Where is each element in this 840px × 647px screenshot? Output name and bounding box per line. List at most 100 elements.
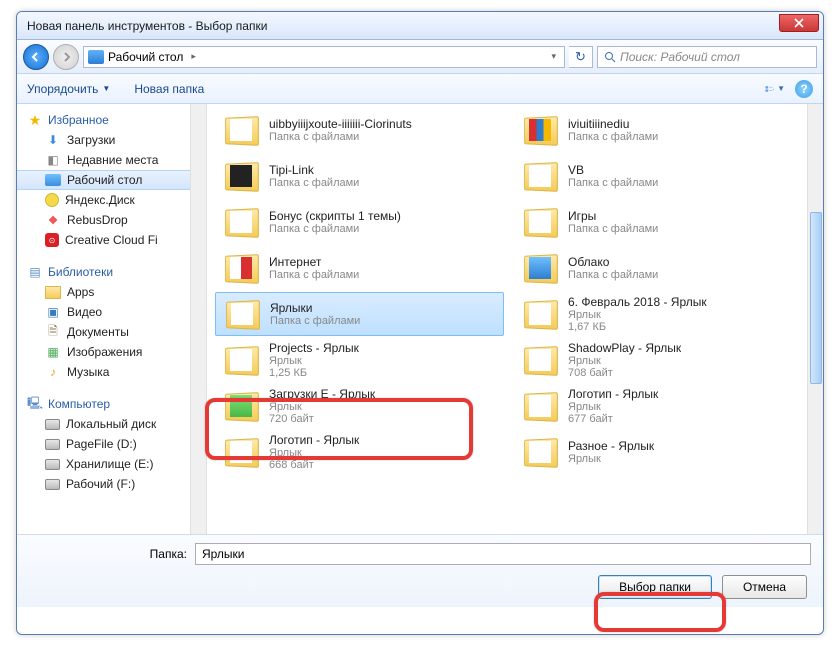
- item-name: Облако: [568, 255, 658, 269]
- folder-name-input[interactable]: [195, 543, 811, 565]
- view-options-button[interactable]: ▼: [765, 80, 785, 98]
- folder-icon: [221, 113, 261, 147]
- file-item[interactable]: VBПапка с файлами: [514, 154, 803, 198]
- sidebar-item-lib[interactable]: ♪Музыка: [17, 362, 206, 382]
- cancel-button[interactable]: Отмена: [722, 575, 807, 599]
- item-subtitle: Папка с файлами: [568, 223, 658, 235]
- nav-back-button[interactable]: [23, 44, 49, 70]
- sidebar-item-fav[interactable]: Яндекс.Диск: [17, 190, 206, 210]
- search-icon: [604, 51, 616, 63]
- sidebar-item-lib[interactable]: ▣Видео: [17, 302, 206, 322]
- folder-icon: [520, 297, 560, 331]
- address-segment[interactable]: Рабочий стол: [108, 50, 183, 64]
- address-bar[interactable]: Рабочий стол ▸ ▾: [83, 46, 565, 68]
- item-name: Ярлыки: [270, 301, 360, 315]
- item-size: 668 байт: [269, 459, 359, 471]
- file-item[interactable]: Разное - ЯрлыкЯрлык: [514, 430, 803, 474]
- chevron-down-icon[interactable]: ▾: [547, 51, 560, 62]
- sidebar-item-label: Видео: [67, 305, 102, 319]
- sidebar-item-fav[interactable]: ❖RebusDrop: [17, 210, 206, 230]
- folder-icon: [221, 343, 261, 377]
- sidebar-item-drive[interactable]: Рабочий (F:): [17, 474, 206, 494]
- titlebar[interactable]: Новая панель инструментов - Выбор папки: [17, 12, 823, 40]
- item-subtitle: Ярлык: [269, 401, 375, 413]
- file-item[interactable]: 6. Февраль 2018 - ЯрлыкЯрлык1,67 КБ: [514, 292, 803, 336]
- star-icon: ★: [27, 112, 43, 128]
- folder-icon: [221, 205, 261, 239]
- sidebar-item-drive[interactable]: PageFile (D:): [17, 434, 206, 454]
- nav-forward-button[interactable]: [53, 44, 79, 70]
- item-name: Разное - Ярлык: [568, 439, 654, 453]
- refresh-button[interactable]: ↻: [569, 46, 593, 68]
- item-name: uibbyiiijxoute-iiiiiii-Ciorinuts: [269, 117, 412, 131]
- sidebar-libraries-header[interactable]: ▤ Библиотеки: [17, 262, 206, 282]
- item-subtitle: Папка с файлами: [568, 177, 658, 189]
- ico-cc-icon: ⊙: [45, 233, 59, 247]
- sidebar-item-label: Локальный диск: [66, 417, 156, 431]
- select-folder-button[interactable]: Выбор папки: [598, 575, 712, 599]
- file-list: uibbyiiijxoute-iiiiiii-Ciorinuts Папка с …: [207, 104, 823, 534]
- content-scrollbar[interactable]: [807, 104, 823, 534]
- chevron-right-icon[interactable]: ▸: [187, 51, 200, 62]
- file-item[interactable]: ЯрлыкиПапка с файлами: [215, 292, 504, 336]
- file-item[interactable]: uibbyiiijxoute-iiiiiii-CiorinutsПапка с …: [215, 108, 504, 152]
- sidebar-item-label: Изображения: [67, 345, 142, 359]
- sidebar-item-fav[interactable]: ⬇Загрузки: [17, 130, 206, 150]
- close-button[interactable]: [779, 14, 819, 32]
- file-item[interactable]: ИнтернетПапка с файлами: [215, 246, 504, 290]
- sidebar-item-drive[interactable]: Хранилище (E:): [17, 454, 206, 474]
- libraries-icon: ▤: [27, 264, 43, 280]
- item-subtitle: Ярлык: [568, 453, 654, 465]
- ico-fold-icon: [45, 286, 61, 299]
- new-folder-button[interactable]: Новая папка: [134, 82, 204, 96]
- help-button[interactable]: ?: [795, 80, 813, 98]
- sidebar-item-lib[interactable]: Apps: [17, 282, 206, 302]
- organize-menu[interactable]: Упорядочить▼: [27, 82, 110, 96]
- sidebar-item-label: Яндекс.Диск: [65, 193, 135, 207]
- dialog-window: Новая панель инструментов - Выбор папки …: [16, 11, 824, 635]
- sidebar-item-lib[interactable]: ▦ Изображения: [17, 342, 206, 362]
- sidebar-item-fav[interactable]: Рабочий стол: [17, 170, 206, 190]
- file-item[interactable]: Tipi-LinkПапка с файлами: [215, 154, 504, 198]
- ico-recent-icon: ◧: [45, 152, 61, 168]
- sidebar-item-label: Apps: [67, 285, 94, 299]
- window-title: Новая панель инструментов - Выбор папки: [27, 19, 267, 33]
- sidebar-item-fav[interactable]: ◧Недавние места: [17, 150, 206, 170]
- sidebar-item-fav[interactable]: ⊙ Creative Cloud Fi: [17, 230, 206, 250]
- file-item[interactable]: iviuitiiinediuПапка с файлами: [514, 108, 803, 152]
- sidebar-favorites-header[interactable]: ★ Избранное: [17, 110, 206, 130]
- nav-bar: Рабочий стол ▸ ▾ ↻ Поиск: Рабочий стол: [17, 40, 823, 74]
- item-size: 1,25 КБ: [269, 367, 359, 379]
- item-subtitle: Папка с файлами: [568, 269, 658, 281]
- folder-icon: [221, 389, 261, 423]
- sidebar-computer-header[interactable]: 🖳 Компьютер: [17, 394, 206, 414]
- file-item[interactable]: Загрузки E - ЯрлыкЯрлык720 байт: [215, 384, 504, 428]
- sidebar-item-drive[interactable]: Локальный диск: [17, 414, 206, 434]
- item-subtitle: Папка с файлами: [269, 269, 359, 281]
- file-item[interactable]: ОблакоПапка с файлами: [514, 246, 803, 290]
- drive-icon: [45, 479, 60, 490]
- folder-icon: [221, 159, 261, 193]
- folder-icon: [520, 435, 560, 469]
- sidebar-scrollbar[interactable]: [190, 104, 206, 534]
- footer: Папка: Выбор папки Отмена: [17, 534, 823, 607]
- sidebar-item-label: Загрузки: [67, 133, 115, 147]
- ico-mus-icon: ♪: [45, 364, 61, 380]
- ico-img-icon: ▦: [45, 344, 61, 360]
- file-item[interactable]: Логотип - ЯрлыкЯрлык668 байт: [215, 430, 504, 474]
- sidebar-item-label: Рабочий стол: [67, 173, 142, 187]
- item-subtitle: Папка с файлами: [568, 131, 658, 143]
- file-item[interactable]: Бонус (скрипты 1 темы)Папка с файлами: [215, 200, 504, 244]
- scrollbar-thumb[interactable]: [810, 212, 822, 384]
- item-name: Tipi-Link: [269, 163, 359, 177]
- file-item[interactable]: ShadowPlay - ЯрлыкЯрлык708 байт: [514, 338, 803, 382]
- file-item[interactable]: Projects - ЯрлыкЯрлык1,25 КБ: [215, 338, 504, 382]
- file-item[interactable]: Логотип - ЯрлыкЯрлык677 байт: [514, 384, 803, 428]
- sidebar-item-label: Creative Cloud Fi: [65, 233, 158, 247]
- item-name: Логотип - Ярлык: [269, 433, 359, 447]
- sidebar-item-label: Документы: [67, 325, 129, 339]
- sidebar-item-lib[interactable]: 🗎Документы: [17, 322, 206, 342]
- file-item[interactable]: ИгрыПапка с файлами: [514, 200, 803, 244]
- search-box[interactable]: Поиск: Рабочий стол: [597, 46, 817, 68]
- item-subtitle: Ярлык: [568, 309, 707, 321]
